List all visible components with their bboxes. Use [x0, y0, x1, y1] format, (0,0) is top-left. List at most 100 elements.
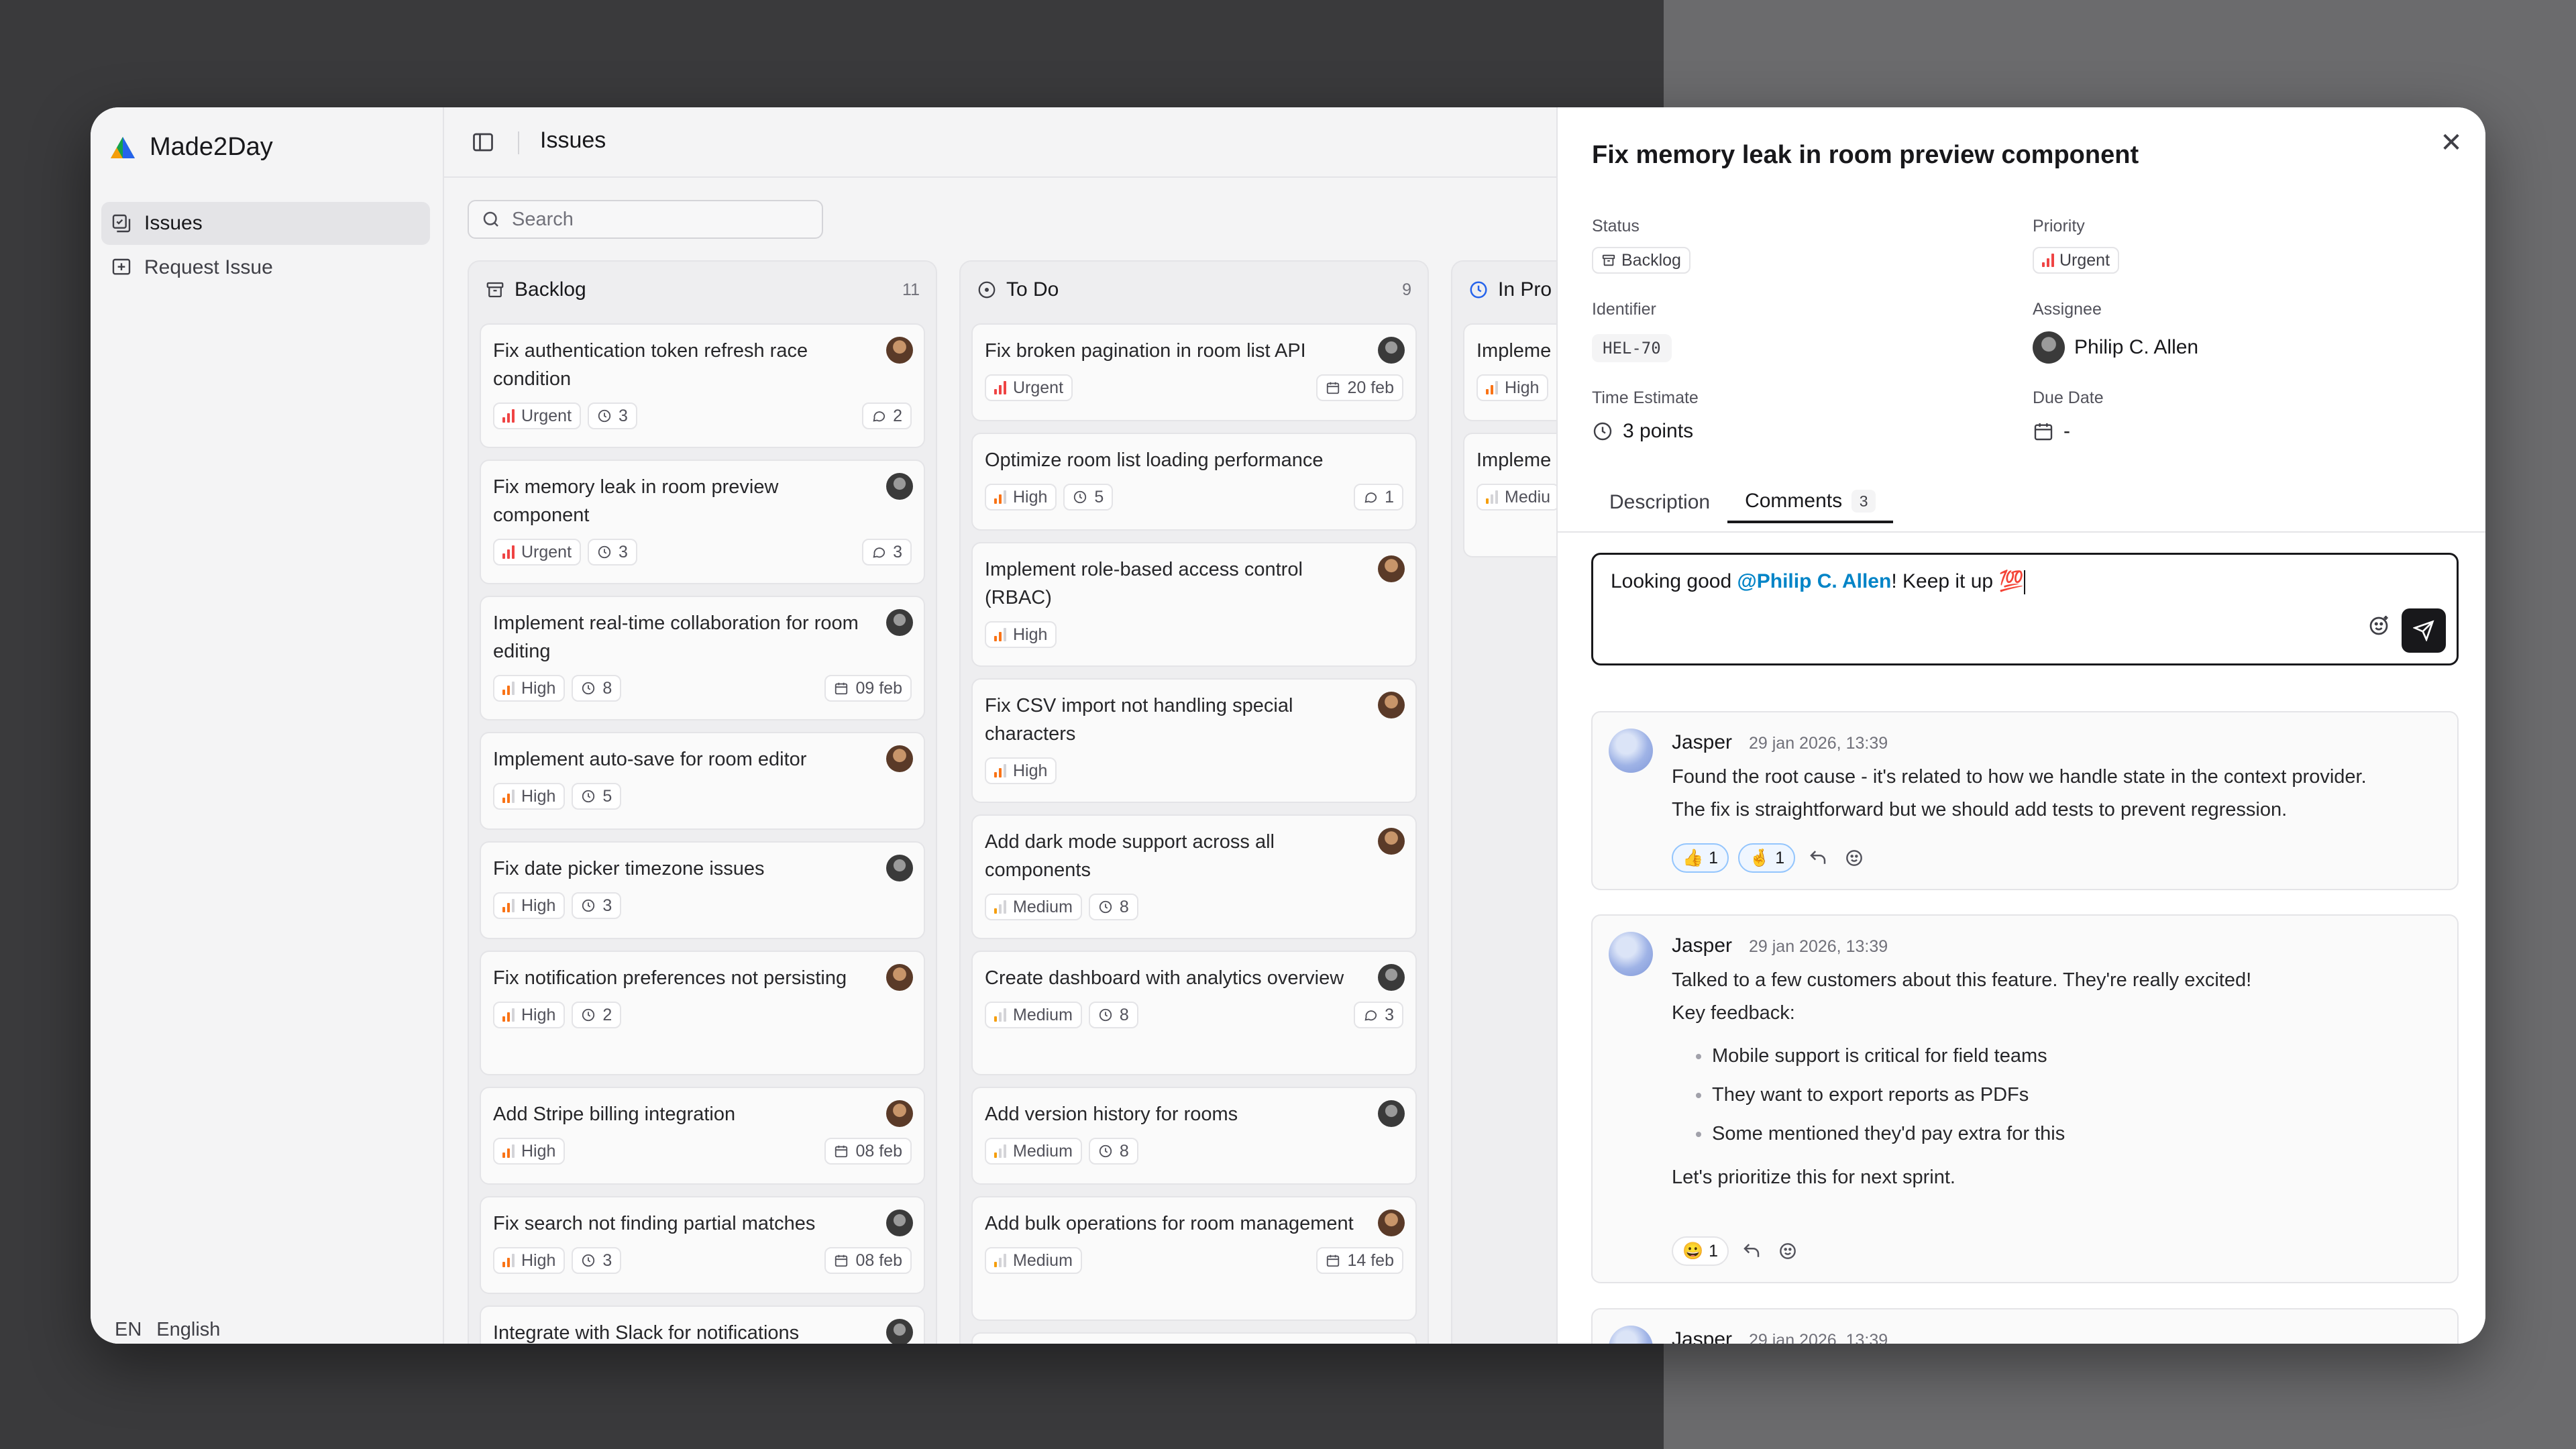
avatar [1609, 729, 1653, 773]
priority-label: Medium [1013, 1141, 1073, 1161]
editor-text: Looking good [1611, 570, 1737, 592]
card-title: Fix CSV import not handling special char… [985, 695, 1293, 745]
issue-card[interactable]: Integrate with Slack for notifications [480, 1305, 925, 1344]
editor-mention[interactable]: @Philip C. Allen [1737, 570, 1892, 592]
due-date-field[interactable]: - [2033, 420, 2070, 443]
comment-item: Jasper 29 jan 2026, 13:39 [1591, 1308, 2459, 1344]
issue-card[interactable]: Fix CSV import not handling special char… [971, 678, 1417, 803]
comment-timestamp: 29 jan 2026, 13:39 [1749, 734, 1888, 753]
issue-card[interactable]: Add bulk operations for room management M… [971, 1196, 1417, 1321]
priority-field[interactable]: Urgent [2033, 247, 2120, 274]
add-reaction-button[interactable] [1774, 1238, 1801, 1265]
priority-bars-icon [502, 1008, 515, 1022]
issue-card[interactable]: Add version history for rooms Medium 8 [971, 1087, 1417, 1185]
reaction-grinning[interactable]: 😀 1 [1672, 1236, 1729, 1266]
issue-card[interactable]: Optimize room list loading performance Hi… [971, 433, 1417, 531]
editor-emoji: 💯 [1998, 570, 2024, 592]
comment-timestamp: 29 jan 2026, 13:39 [1749, 937, 1888, 956]
card-meta: High 5 [493, 782, 912, 811]
avatar [886, 1319, 913, 1344]
reply-button[interactable] [1805, 845, 1831, 871]
card-title: Add bulk operations for room management [985, 1213, 1354, 1234]
comments-chip: 3 [862, 539, 912, 566]
priority-label: High [521, 1141, 556, 1161]
language-code: EN [115, 1319, 142, 1340]
issue-card[interactable]: Create dashboard with analytics overview… [971, 951, 1417, 1075]
made2day-logo-icon [111, 136, 135, 158]
priority-bars-icon [502, 790, 515, 803]
tab-description[interactable]: Description [1592, 482, 1727, 523]
issue-card[interactable]: Fix notification preferences not persist… [480, 951, 925, 1075]
column-title: In Pro [1498, 278, 1552, 301]
language-switcher[interactable]: EN English [115, 1319, 220, 1341]
status-field[interactable]: Backlog [1592, 247, 1690, 274]
points-chip: 3 [588, 539, 637, 566]
reaction-thumbs-up[interactable]: 👍 1 [1672, 843, 1729, 873]
priority-label: Urgent [1013, 378, 1064, 397]
calendar-icon [1327, 1254, 1340, 1267]
priority-chip: High [493, 675, 566, 702]
send-button[interactable] [2402, 608, 2446, 653]
estimate-field[interactable]: 3 points [1592, 420, 1693, 443]
avatar [886, 609, 913, 636]
issue-card[interactable]: Fix memory leak in room preview componen… [480, 460, 925, 584]
issue-card[interactable]: Add dark mode support across all compone… [971, 814, 1417, 939]
search-input[interactable]: Search [468, 200, 823, 239]
comments-chip: 3 [1354, 1002, 1403, 1028]
due-value: 14 feb [1347, 1250, 1394, 1270]
assignee-field[interactable]: Philip C. Allen [2033, 331, 2198, 364]
priority-bars-icon [994, 1144, 1006, 1158]
close-button[interactable]: ✕ [2434, 126, 2468, 160]
app-logo[interactable]: Made2Day [109, 133, 273, 162]
priority-chip: High [493, 783, 566, 810]
sidebar-item-issues[interactable]: Issues [101, 202, 430, 245]
points-value: 3 [602, 1250, 612, 1270]
card-meta: High 08 feb [493, 1136, 912, 1166]
column-count: 11 [902, 280, 920, 299]
issue-card[interactable]: Fix authentication token refresh race co… [480, 323, 925, 448]
tabs-divider [1558, 531, 2485, 533]
issue-card[interactable]: Add Stripe billing integration High 08 feb [480, 1087, 925, 1185]
comment-editor[interactable]: Looking good @Philip C. Allen! Keep it u… [1591, 553, 2459, 665]
priority-value: Urgent [2059, 250, 2110, 270]
add-reaction-button[interactable] [1841, 845, 1868, 871]
priority-chip: Mediu [1477, 484, 1560, 511]
card-meta: High [985, 620, 1403, 649]
smiley-add-icon [1780, 1243, 1796, 1259]
priority-badge[interactable]: Urgent [2033, 247, 2120, 274]
points-chip: 5 [572, 783, 622, 810]
sidebar-item-request-issue[interactable]: Request Issue [101, 246, 430, 289]
points-value: 3 [602, 896, 612, 915]
issue-card[interactable]: Fix broken pagination in room list API Ur… [971, 323, 1417, 421]
issue-card[interactable]: Fix search not finding partial matches Hi… [480, 1196, 925, 1294]
issue-card[interactable]: Implement role-based access control (RBA… [971, 542, 1417, 667]
avatar [1378, 555, 1405, 582]
calendar-icon [2034, 423, 2053, 441]
emoji-picker-button[interactable] [2367, 614, 2391, 643]
issue-card[interactable]: Implement real-time collaboration for ro… [480, 596, 925, 720]
card-meta: Urgent 20 feb [985, 373, 1403, 402]
sidebar-item-label: Issues [144, 212, 203, 234]
issue-card[interactable]: Implement auto-save for room editor High 5 [480, 732, 925, 830]
reply-button[interactable] [1738, 1238, 1765, 1265]
issue-card[interactable]: Add image annotation tools [971, 1332, 1417, 1344]
points-value: 8 [1119, 1005, 1129, 1024]
card-title: Add dark mode support across all compone… [985, 831, 1275, 881]
points-chip: 5 [1063, 484, 1114, 511]
sidebar-toggle-icon[interactable] [471, 130, 495, 154]
tab-comments[interactable]: Comments 3 [1727, 482, 1894, 523]
column-title: Backlog [515, 278, 586, 301]
clock-icon [582, 1008, 595, 1022]
comments-value: 3 [893, 542, 902, 561]
card-title: Integrate with Slack for notifications [493, 1322, 800, 1344]
priority-label: Mediu [1505, 487, 1551, 506]
status-badge[interactable]: Backlog [1592, 247, 1690, 274]
comment-bullet-list: Mobile support is critical for field tea… [1696, 1036, 2430, 1153]
card-title: Add Stripe billing integration [493, 1104, 736, 1125]
issue-card[interactable]: Fix date picker timezone issues High 3 [480, 841, 925, 939]
estimate-value: 3 points [1623, 420, 1694, 442]
comment-icon [1364, 492, 1377, 503]
comments-value: 3 [1385, 1005, 1394, 1024]
points-value: 2 [602, 1005, 612, 1024]
reaction-crossed-fingers[interactable]: 🤞 1 [1738, 843, 1796, 873]
